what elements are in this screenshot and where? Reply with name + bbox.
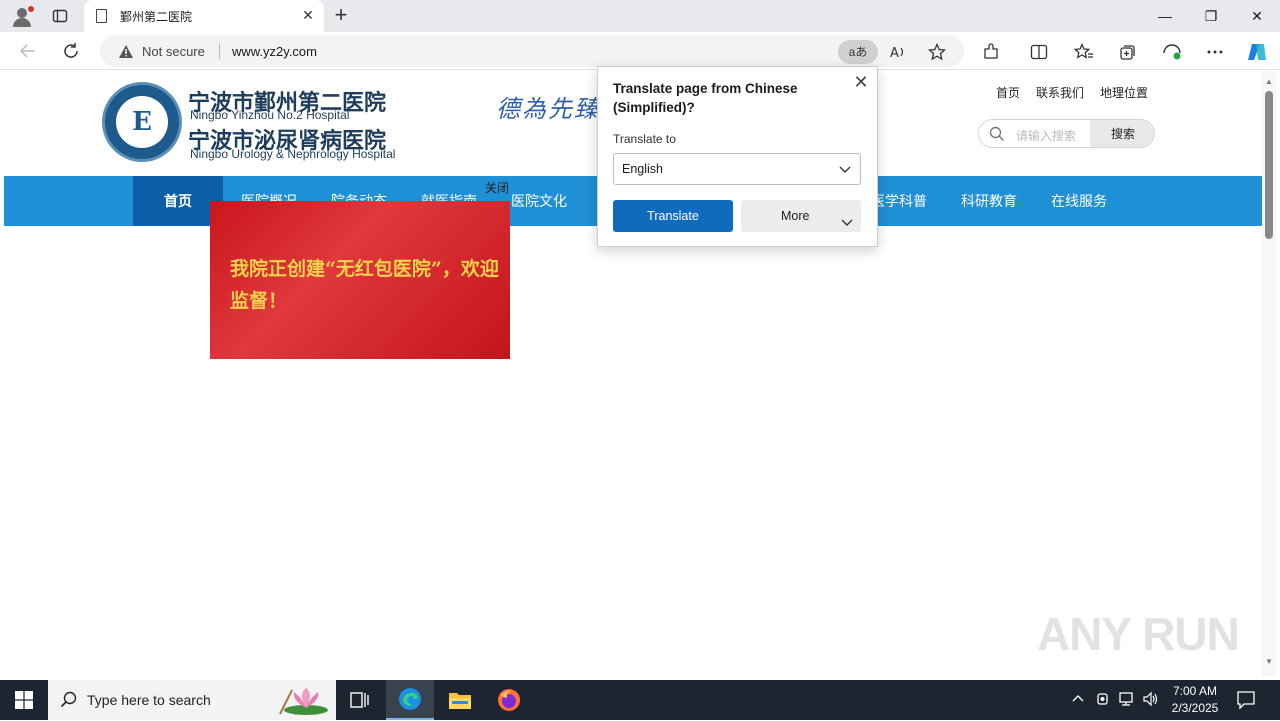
more-menu-icon[interactable]	[1204, 41, 1226, 63]
scroll-up-icon[interactable]: ▲	[1265, 77, 1273, 86]
start-button[interactable]	[0, 680, 48, 720]
network-icon[interactable]	[1118, 691, 1136, 710]
floating-banner[interactable]: 我院正创建“无红包医院”，欢迎监督！	[210, 201, 510, 359]
address-bar[interactable]: Not secure www.yz2y.com aあ A	[100, 35, 964, 67]
page-icon	[96, 9, 107, 23]
meet-now-icon[interactable]	[1096, 691, 1110, 710]
chevron-down-icon	[840, 209, 854, 241]
svg-text:A: A	[890, 46, 899, 60]
address-separator	[219, 43, 220, 59]
nav-online-service[interactable]: 在线服务	[1034, 176, 1124, 226]
hospital-name-en: Ningbo Yinzhou No.2 Hospital	[190, 108, 350, 122]
close-tab-button[interactable]: ✕	[300, 7, 316, 23]
scroll-thumb[interactable]	[1265, 91, 1273, 239]
volume-icon[interactable]	[1142, 691, 1160, 710]
warning-icon[interactable]	[118, 44, 134, 64]
hospital2-name-en: Ningbo Urology & Nephrology Hospital	[190, 147, 396, 161]
copilot-icon[interactable]	[1246, 41, 1268, 63]
security-label[interactable]: Not secure	[142, 44, 205, 59]
firefox-icon[interactable]	[485, 680, 533, 720]
taskbar-search[interactable]: Type here to search	[48, 680, 336, 720]
refresh-button[interactable]	[58, 39, 84, 63]
tab-strip: 鄞州第二医院 ✕ + — ❐ ✕	[0, 0, 1280, 32]
close-icon[interactable]: ✕	[852, 73, 870, 91]
clock-time: 7:00 AM	[1172, 684, 1218, 698]
watermark: ANY RUN	[1037, 608, 1240, 660]
restore-button[interactable]: ❐	[1188, 0, 1234, 32]
taskbar-search-placeholder: Type here to search	[87, 692, 211, 708]
favorite-star-icon[interactable]	[926, 41, 948, 63]
profile-icon[interactable]	[8, 4, 36, 28]
tab-actions-icon[interactable]	[50, 6, 70, 26]
translate-icon[interactable]: aあ	[838, 40, 878, 64]
back-button[interactable]	[15, 39, 41, 63]
close-window-button[interactable]: ✕	[1234, 0, 1280, 32]
search-icon	[989, 126, 1005, 147]
translate-button[interactable]: Translate	[613, 200, 733, 232]
performance-icon[interactable]	[1161, 41, 1183, 63]
split-screen-icon[interactable]	[1028, 41, 1050, 63]
nav-research[interactable]: 科研教育	[944, 176, 1034, 226]
translate-to-label: Translate to	[613, 132, 676, 146]
slogan: 德為先臻	[496, 95, 600, 123]
tray-expand-icon[interactable]	[1071, 691, 1085, 706]
language-select[interactable]: English	[613, 153, 861, 185]
system-clock[interactable]: 7:00 AM 2/3/2025	[1166, 683, 1224, 717]
file-explorer-icon[interactable]	[436, 680, 484, 720]
notification-icon[interactable]	[1236, 690, 1256, 715]
popup-close-link[interactable]: 关闭	[485, 179, 509, 196]
read-aloud-icon[interactable]: A	[887, 41, 909, 63]
browser-toolbar: Not secure www.yz2y.com aあ A	[0, 32, 1280, 70]
clock-date: 2/3/2025	[1171, 701, 1219, 715]
edge-icon[interactable]	[386, 680, 434, 720]
banner-text: 我院正创建“无红包医院”，欢迎监督！	[230, 258, 499, 312]
more-button-label: More	[781, 209, 810, 223]
page-scrollbar[interactable]: ▲ ▼	[1262, 71, 1276, 676]
windows-taskbar: Type here to search 7:00 AM 2/3/2025	[0, 680, 1280, 720]
translate-title: Translate page from Chinese (Simplified)…	[613, 81, 798, 115]
search-input[interactable]: 请输入搜索	[1016, 127, 1080, 144]
top-link-location[interactable]: 地理位置	[1100, 84, 1148, 101]
browser-tab[interactable]: 鄞州第二医院 ✕	[84, 0, 324, 32]
more-button[interactable]: More	[741, 200, 861, 232]
hospital-logo[interactable]: E	[102, 82, 182, 162]
scroll-down-icon[interactable]: ▼	[1265, 657, 1273, 666]
chevron-down-icon	[838, 162, 852, 181]
new-tab-button[interactable]: +	[330, 4, 352, 26]
tab-title: 鄞州第二医院	[120, 10, 193, 24]
task-view-icon[interactable]	[336, 680, 384, 720]
top-link-contact[interactable]: 联系我们	[1036, 84, 1084, 101]
selected-language: English	[622, 162, 663, 176]
favorites-icon[interactable]	[1073, 41, 1095, 63]
top-link-home[interactable]: 首页	[996, 84, 1020, 101]
minimize-button[interactable]: —	[1142, 0, 1188, 32]
translate-dialog: Translate page from Chinese (Simplified)…	[597, 66, 878, 247]
search-icon	[60, 691, 78, 714]
search-button[interactable]: 搜索	[1090, 120, 1154, 147]
site-search: 请输入搜索 搜索	[978, 119, 1155, 148]
url-text[interactable]: www.yz2y.com	[232, 44, 317, 59]
extensions-icon[interactable]	[980, 41, 1002, 63]
lotus-icon	[272, 684, 332, 716]
collections-icon[interactable]	[1117, 41, 1139, 63]
